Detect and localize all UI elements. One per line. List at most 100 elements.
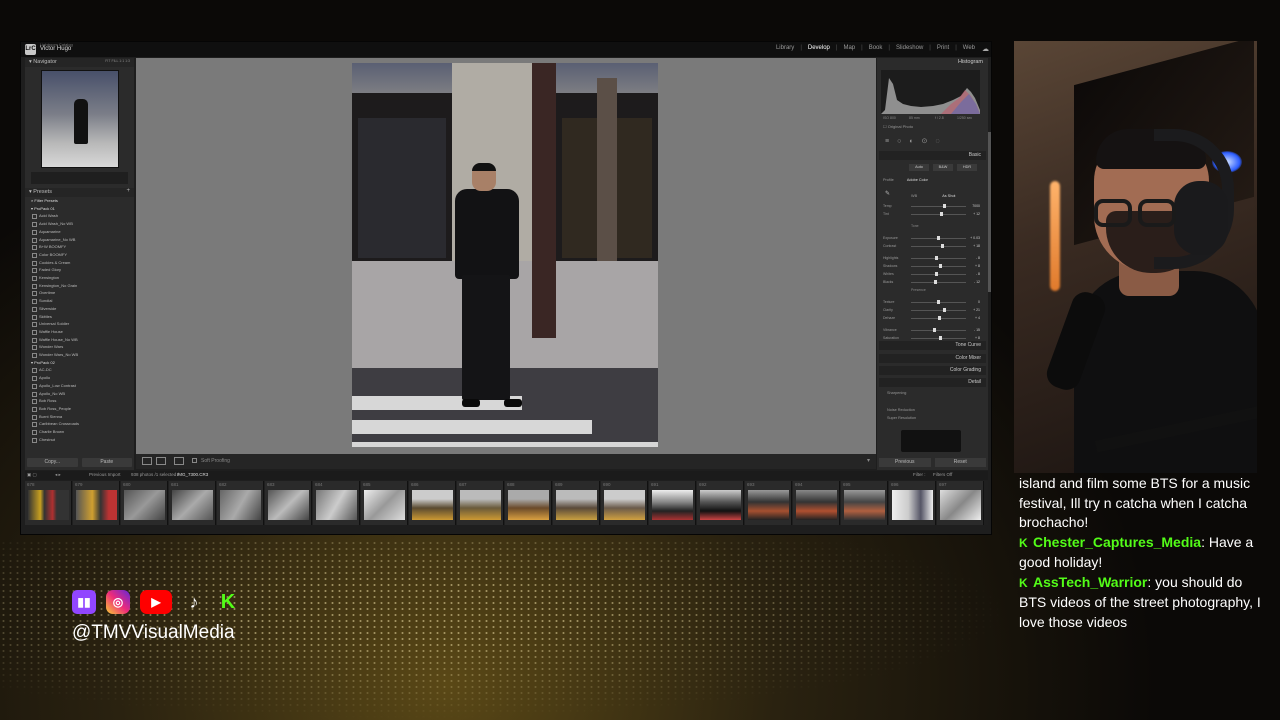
slider-value[interactable]: + 0.03 [970,236,980,240]
preset-item[interactable]: Cookies & Cream [31,259,134,267]
filmstrip-thumb[interactable]: 680 [121,481,168,525]
preset-item[interactable]: Overtime [31,289,134,297]
slider-track[interactable] [911,214,966,215]
profile-row[interactable]: Profile Adobe Color [883,178,928,182]
detail-preview[interactable] [901,430,961,452]
preset-item[interactable]: Bob Ross_People [31,405,134,413]
slider-track[interactable] [911,330,966,331]
histogram[interactable] [881,70,980,114]
slider-value[interactable]: + 21 [973,308,980,312]
preset-item[interactable]: Charlie Brown [31,428,134,436]
module-print[interactable]: Print [937,45,949,51]
paste-button[interactable]: Paste [81,458,132,467]
main-photo[interactable] [352,63,658,447]
slider-knob[interactable] [942,204,946,208]
preset-item[interactable]: Aquamarine_No WB [31,236,134,244]
filmstrip-thumb[interactable]: 691 [649,481,696,525]
filmstrip-thumb[interactable]: 684 [313,481,360,525]
preset-item[interactable]: Bob Ross [31,397,134,405]
slider-knob[interactable] [942,308,946,312]
wb-row[interactable]: WB As Shot [911,194,955,198]
slider-knob[interactable] [939,212,943,216]
toolbar-menu-icon[interactable]: ▾ [867,457,870,464]
filmstrip-thumb[interactable]: 695 [841,481,888,525]
slider-blacks[interactable]: Blacks - 12 [883,280,980,285]
filmstrip-thumb[interactable]: 693 [745,481,792,525]
preset-item[interactable]: AC-DC [31,366,134,374]
preset-item[interactable]: Apollo_No WB [31,390,134,398]
slider-value[interactable]: + 18 [973,244,980,248]
slider-knob[interactable] [933,280,937,284]
preset-item[interactable]: Acid Wash_No WB [31,220,134,228]
loupe-view-icon[interactable] [142,457,152,465]
preset-item[interactable]: B+W BOOMFY [31,243,134,251]
slider-value[interactable]: + 12 [973,212,980,216]
slider-knob[interactable] [938,316,942,320]
preset-filter[interactable]: ⌕ Filter Presets [31,197,134,205]
slider-clarity[interactable]: Clarity + 21 [883,308,980,313]
slider-knob[interactable] [939,336,943,340]
slider-track[interactable] [911,310,966,311]
slider-value[interactable]: - 8 [976,272,980,276]
preset-item[interactable]: Aquamarine [31,228,134,236]
filmstrip-source[interactable]: Previous Import [89,472,121,477]
preset-item[interactable]: Burnt Sienna [31,413,134,421]
filter-value[interactable]: Filters Off [933,472,952,477]
navigator-zoom[interactable]: FIT FILL 1:1 1:3 [105,59,130,63]
slider-highlights[interactable]: Highlights - 8 [883,256,980,261]
filmstrip-thumb[interactable]: 688 [505,481,552,525]
color-grading-header[interactable]: Color Grading [879,366,986,375]
slider-track[interactable] [911,274,966,275]
slider-track[interactable] [911,258,966,259]
reset-button[interactable]: Reset [934,458,986,467]
slider-knob[interactable] [934,272,938,276]
filmstrip-thumb[interactable]: 685 [361,481,408,525]
filmstrip-thumb[interactable]: 690 [601,481,648,525]
preset-item[interactable]: Chestnut [31,436,134,444]
preset-group[interactable]: ▾ ProPack 02 [31,359,134,367]
module-slideshow[interactable]: Slideshow [896,45,923,51]
original-photo-toggle[interactable]: ☐ Original Photo [883,124,913,129]
slider-exposure[interactable]: Exposure + 0.03 [883,236,980,241]
slider-texture[interactable]: Texture 0 [883,300,980,305]
detail-header[interactable]: Detail [879,378,986,387]
slider-vibrance[interactable]: Vibrance - 15 [883,328,980,333]
slider-value[interactable]: + 8 [975,336,980,340]
slider-tint[interactable]: Tint + 12 [883,212,980,217]
module-web[interactable]: Web [963,45,975,51]
cloud-sync-icon[interactable]: ☁ [982,45,989,53]
slider-knob[interactable] [941,244,945,248]
preset-item[interactable]: Waffle House [31,328,134,336]
preset-group[interactable]: ▾ ProPack 01 [31,205,134,213]
slider-value[interactable]: - 8 [976,256,980,260]
preset-item[interactable]: Caribbean Crossroads [31,420,134,428]
module-develop[interactable]: Develop [808,45,830,51]
preset-item[interactable]: Faded Glory [31,266,134,274]
compare-view-icon[interactable] [174,457,184,465]
wb-value[interactable]: As Shot [942,194,955,198]
slider-track[interactable] [911,246,966,247]
preset-item[interactable]: Kensington [31,274,134,282]
develop-tools-strip[interactable]: ≡○◐⊙◌ [885,137,948,145]
tone-curve-header[interactable]: Tone Curve [879,341,986,350]
filmstrip-thumb[interactable]: 686 [409,481,456,525]
slider-dehaze[interactable]: Dehaze + 4 [883,316,980,321]
slider-value[interactable]: - 12 [974,280,980,284]
slider-value[interactable]: + 8 [975,264,980,268]
slider-value[interactable]: - 15 [974,328,980,332]
navigator-header[interactable]: ▾ Navigator FIT FILL 1:1 1:3 [25,58,134,67]
presets-header[interactable]: ▾ Presets + [25,188,134,197]
preset-item[interactable]: Waffle House_No WB [31,336,134,344]
right-panel-scrollbar[interactable] [988,132,991,292]
preset-item[interactable]: Wonder Wars [31,343,134,351]
filmstrip-thumb[interactable]: 683 [265,481,312,525]
module-map[interactable]: Map [843,45,855,51]
filmstrip-thumb[interactable]: 694 [793,481,840,525]
slider-shadows[interactable]: Shadows + 8 [883,264,980,269]
preset-item[interactable]: Sundial [31,297,134,305]
color-mixer-header[interactable]: Color Mixer [879,354,986,363]
grid-view-icon[interactable]: ▣ ▢ [27,472,37,478]
filmstrip-thumb[interactable]: 692 [697,481,744,525]
auto-button-1[interactable]: B&W [933,164,953,171]
preset-item[interactable]: Skittles [31,313,134,321]
